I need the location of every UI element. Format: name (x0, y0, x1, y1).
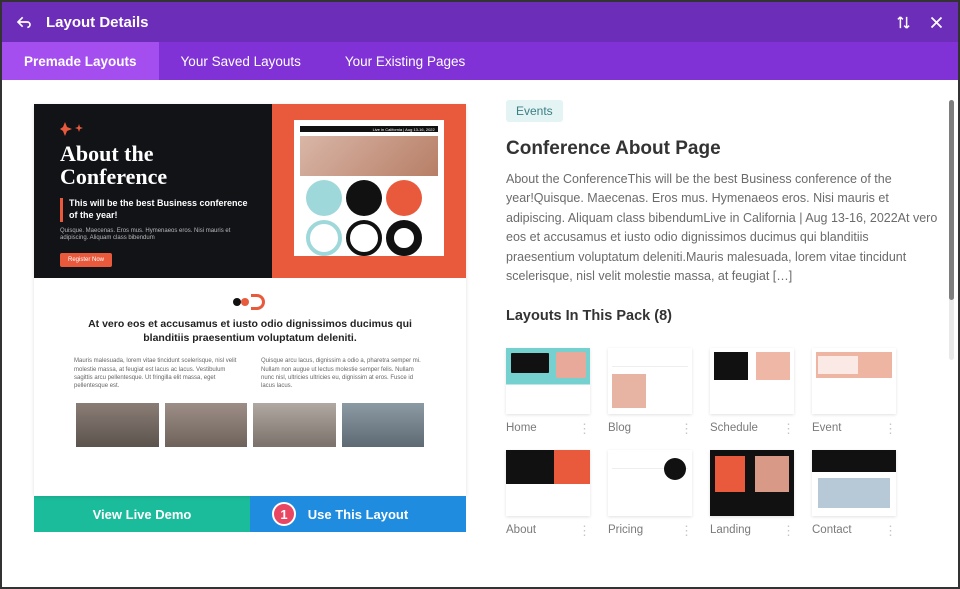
more-icon[interactable]: ⋮ (782, 528, 794, 533)
more-icon[interactable]: ⋮ (680, 426, 692, 431)
preview-subtitle: This will be the best Business conferenc… (60, 198, 254, 221)
card-label: About (506, 524, 536, 536)
close-icon[interactable] (929, 15, 944, 30)
preview-col1: Mauris malesuada, lorem vitae tincidunt … (74, 357, 239, 391)
preview-photos (74, 403, 426, 447)
tab-saved-layouts[interactable]: Your Saved Layouts (159, 42, 323, 80)
thumb-landing (710, 450, 794, 516)
card-label: Schedule (710, 422, 758, 434)
modal-header: Layout Details (2, 2, 958, 42)
thumb-contact (812, 450, 896, 516)
modal-body: About theConference This will be the bes… (2, 80, 958, 587)
preview-cta: Register Now (60, 253, 112, 267)
thumb-about (506, 450, 590, 516)
layout-card-pricing[interactable]: Pricing ⋮ (608, 450, 692, 536)
header-title: Layout Details (46, 14, 149, 31)
preview-microtext: Quisque. Maecenas. Eros mus. Hymenaeos e… (60, 228, 254, 244)
preview-actions: View Live Demo 1 Use This Layout (34, 496, 466, 532)
scrollbar-thumb[interactable] (949, 100, 954, 300)
layout-card-schedule[interactable]: Schedule ⋮ (710, 348, 794, 434)
spark-icon (60, 122, 254, 136)
thumb-home (506, 348, 590, 414)
tab-premade-layouts[interactable]: Premade Layouts (2, 42, 159, 80)
use-layout-label: Use This Layout (308, 507, 408, 522)
thumb-blog (608, 348, 692, 414)
back-icon[interactable] (16, 14, 32, 30)
more-icon[interactable]: ⋮ (578, 528, 590, 533)
more-icon[interactable]: ⋮ (884, 528, 896, 533)
card-label: Contact (812, 524, 852, 536)
more-icon[interactable]: ⋮ (782, 426, 794, 431)
more-icon[interactable]: ⋮ (680, 528, 692, 533)
use-this-layout-button[interactable]: 1 Use This Layout (250, 496, 466, 532)
layout-description: About the ConferenceThis will be the bes… (506, 170, 938, 286)
category-tag[interactable]: Events (506, 100, 563, 122)
layouts-grid: Home ⋮ Blog ⋮ Schedule ⋮ (506, 348, 938, 536)
card-label: Home (506, 422, 537, 434)
layout-card-home[interactable]: Home ⋮ (506, 348, 590, 434)
card-label: Blog (608, 422, 631, 434)
more-icon[interactable]: ⋮ (884, 426, 896, 431)
preview-title: About theConference (60, 142, 254, 188)
card-label: Pricing (608, 524, 643, 536)
preview-card-bar: Live in California | Aug 13-16, 2022 (300, 126, 438, 132)
details-pane: Events Conference About Page About the C… (470, 80, 958, 587)
layout-title: Conference About Page (506, 138, 938, 160)
thumb-pricing (608, 450, 692, 516)
layout-card-blog[interactable]: Blog ⋮ (608, 348, 692, 434)
sort-icon[interactable] (896, 15, 911, 30)
preview-logo-icon (233, 294, 267, 310)
more-icon[interactable]: ⋮ (578, 426, 590, 431)
card-label: Event (812, 422, 841, 434)
step-badge: 1 (272, 502, 296, 526)
tabs: Premade Layouts Your Saved Layouts Your … (2, 42, 958, 80)
preview-mid-heading: At vero eos et accusamus et iusto odio d… (74, 318, 426, 345)
thumb-schedule (710, 348, 794, 414)
layout-card-about[interactable]: About ⋮ (506, 450, 590, 536)
layout-preview: About theConference This will be the bes… (34, 104, 466, 496)
preview-pane: About theConference This will be the bes… (2, 80, 470, 587)
card-label: Landing (710, 524, 751, 536)
tab-existing-pages[interactable]: Your Existing Pages (323, 42, 487, 80)
layout-card-landing[interactable]: Landing ⋮ (710, 450, 794, 536)
preview-col2: Quisque arcu lacus, dignissim a odio a, … (261, 357, 426, 391)
thumb-event (812, 348, 896, 414)
pack-title: Layouts In This Pack (8) (506, 308, 938, 324)
layout-card-event[interactable]: Event ⋮ (812, 348, 896, 434)
view-live-demo-button[interactable]: View Live Demo (34, 496, 250, 532)
layout-card-contact[interactable]: Contact ⋮ (812, 450, 896, 536)
